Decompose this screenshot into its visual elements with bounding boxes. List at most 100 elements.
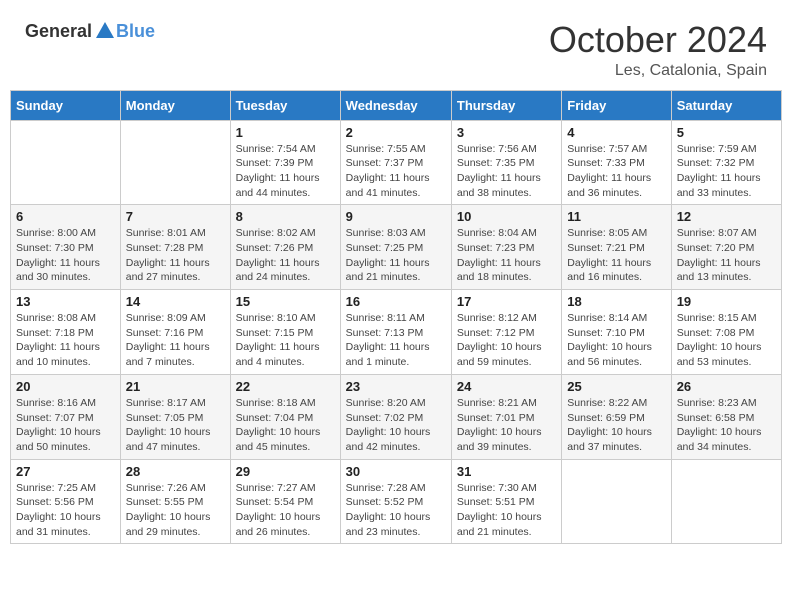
day-number: 16 <box>346 294 446 309</box>
calendar-cell: 27 Sunrise: 7:25 AM Sunset: 5:56 PM Dayli… <box>11 459 121 544</box>
day-info: Sunrise: 7:26 AM Sunset: 5:55 PM Dayligh… <box>126 481 225 540</box>
calendar-cell: 13 Sunrise: 8:08 AM Sunset: 7:18 PM Dayli… <box>11 290 121 375</box>
weekday-header-monday: Monday <box>120 90 230 120</box>
day-info: Sunrise: 8:08 AM Sunset: 7:18 PM Dayligh… <box>16 311 115 370</box>
day-info: Sunrise: 7:25 AM Sunset: 5:56 PM Dayligh… <box>16 481 115 540</box>
day-number: 10 <box>457 209 556 224</box>
day-number: 1 <box>236 125 335 140</box>
day-info: Sunrise: 7:55 AM Sunset: 7:37 PM Dayligh… <box>346 142 446 201</box>
calendar-cell: 4 Sunrise: 7:57 AM Sunset: 7:33 PM Daylig… <box>562 120 671 205</box>
calendar-week-4: 20 Sunrise: 8:16 AM Sunset: 7:07 PM Dayli… <box>11 374 782 459</box>
day-info: Sunrise: 7:28 AM Sunset: 5:52 PM Dayligh… <box>346 481 446 540</box>
day-info: Sunrise: 8:23 AM Sunset: 6:58 PM Dayligh… <box>677 396 776 455</box>
day-info: Sunrise: 8:00 AM Sunset: 7:30 PM Dayligh… <box>16 226 115 285</box>
weekday-header-tuesday: Tuesday <box>230 90 340 120</box>
calendar-cell: 3Sunrise: 7:56 AM Sunset: 7:35 PM Daylig… <box>451 120 561 205</box>
day-number: 9 <box>346 209 446 224</box>
calendar-cell: 28 Sunrise: 7:26 AM Sunset: 5:55 PM Dayli… <box>120 459 230 544</box>
weekday-header-sunday: Sunday <box>11 90 121 120</box>
day-info: Sunrise: 7:27 AM Sunset: 5:54 PM Dayligh… <box>236 481 335 540</box>
day-info: Sunrise: 8:17 AM Sunset: 7:05 PM Dayligh… <box>126 396 225 455</box>
calendar-cell: 5 Sunrise: 7:59 AM Sunset: 7:32 PM Daylig… <box>671 120 781 205</box>
day-number: 26 <box>677 379 776 394</box>
day-number: 28 <box>126 464 225 479</box>
day-number: 4 <box>567 125 665 140</box>
calendar-cell: 14Sunrise: 8:09 AM Sunset: 7:16 PM Dayli… <box>120 290 230 375</box>
day-number: 30 <box>346 464 446 479</box>
day-number: 5 <box>677 125 776 140</box>
calendar-cell: 22Sunrise: 8:18 AM Sunset: 7:04 PM Dayli… <box>230 374 340 459</box>
logo: General Blue <box>25 20 155 42</box>
day-info: Sunrise: 8:21 AM Sunset: 7:01 PM Dayligh… <box>457 396 556 455</box>
weekday-header-friday: Friday <box>562 90 671 120</box>
calendar-cell: 29 Sunrise: 7:27 AM Sunset: 5:54 PM Dayli… <box>230 459 340 544</box>
day-number: 15 <box>236 294 335 309</box>
calendar-cell: 8 Sunrise: 8:02 AM Sunset: 7:26 PM Daylig… <box>230 205 340 290</box>
day-number: 2 <box>346 125 446 140</box>
day-number: 29 <box>236 464 335 479</box>
calendar-cell <box>562 459 671 544</box>
calendar-week-3: 13 Sunrise: 8:08 AM Sunset: 7:18 PM Dayli… <box>11 290 782 375</box>
calendar-week-2: 6 Sunrise: 8:00 AM Sunset: 7:30 PM Daylig… <box>11 205 782 290</box>
day-number: 12 <box>677 209 776 224</box>
calendar-table: SundayMondayTuesdayWednesdayThursdayFrid… <box>10 90 782 545</box>
weekday-header-wednesday: Wednesday <box>340 90 451 120</box>
calendar-cell: 9 Sunrise: 8:03 AM Sunset: 7:25 PM Daylig… <box>340 205 451 290</box>
calendar-cell: 15 Sunrise: 8:10 AM Sunset: 7:15 PM Dayli… <box>230 290 340 375</box>
calendar-cell <box>120 120 230 205</box>
day-number: 18 <box>567 294 665 309</box>
day-info: Sunrise: 8:02 AM Sunset: 7:26 PM Dayligh… <box>236 226 335 285</box>
calendar-cell: 24 Sunrise: 8:21 AM Sunset: 7:01 PM Dayli… <box>451 374 561 459</box>
calendar-cell <box>11 120 121 205</box>
day-number: 19 <box>677 294 776 309</box>
day-info: Sunrise: 8:10 AM Sunset: 7:15 PM Dayligh… <box>236 311 335 370</box>
day-info: Sunrise: 7:57 AM Sunset: 7:33 PM Dayligh… <box>567 142 665 201</box>
calendar-cell: 31Sunrise: 7:30 AM Sunset: 5:51 PM Dayli… <box>451 459 561 544</box>
day-number: 27 <box>16 464 115 479</box>
day-info: Sunrise: 8:01 AM Sunset: 7:28 PM Dayligh… <box>126 226 225 285</box>
day-info: Sunrise: 8:12 AM Sunset: 7:12 PM Dayligh… <box>457 311 556 370</box>
day-number: 13 <box>16 294 115 309</box>
calendar-cell <box>671 459 781 544</box>
day-info: Sunrise: 8:14 AM Sunset: 7:10 PM Dayligh… <box>567 311 665 370</box>
day-number: 23 <box>346 379 446 394</box>
calendar-cell: 16Sunrise: 8:11 AM Sunset: 7:13 PM Dayli… <box>340 290 451 375</box>
day-info: Sunrise: 8:22 AM Sunset: 6:59 PM Dayligh… <box>567 396 665 455</box>
day-info: Sunrise: 8:16 AM Sunset: 7:07 PM Dayligh… <box>16 396 115 455</box>
location-title: Les, Catalonia, Spain <box>549 62 767 80</box>
calendar-cell: 1 Sunrise: 7:54 AM Sunset: 7:39 PM Daylig… <box>230 120 340 205</box>
day-number: 25 <box>567 379 665 394</box>
day-number: 17 <box>457 294 556 309</box>
calendar-cell: 2 Sunrise: 7:55 AM Sunset: 7:37 PM Daylig… <box>340 120 451 205</box>
calendar-cell: 11 Sunrise: 8:05 AM Sunset: 7:21 PM Dayli… <box>562 205 671 290</box>
calendar-week-1: 1 Sunrise: 7:54 AM Sunset: 7:39 PM Daylig… <box>11 120 782 205</box>
calendar-cell: 6 Sunrise: 8:00 AM Sunset: 7:30 PM Daylig… <box>11 205 121 290</box>
day-info: Sunrise: 8:18 AM Sunset: 7:04 PM Dayligh… <box>236 396 335 455</box>
day-number: 24 <box>457 379 556 394</box>
day-info: Sunrise: 8:15 AM Sunset: 7:08 PM Dayligh… <box>677 311 776 370</box>
calendar-cell: 7Sunrise: 8:01 AM Sunset: 7:28 PM Daylig… <box>120 205 230 290</box>
calendar-cell: 19 Sunrise: 8:15 AM Sunset: 7:08 PM Dayli… <box>671 290 781 375</box>
day-number: 8 <box>236 209 335 224</box>
day-number: 20 <box>16 379 115 394</box>
logo-blue: Blue <box>116 21 155 42</box>
day-info: Sunrise: 8:04 AM Sunset: 7:23 PM Dayligh… <box>457 226 556 285</box>
day-number: 14 <box>126 294 225 309</box>
day-number: 6 <box>16 209 115 224</box>
day-info: Sunrise: 7:59 AM Sunset: 7:32 PM Dayligh… <box>677 142 776 201</box>
weekday-header-thursday: Thursday <box>451 90 561 120</box>
calendar-cell: 21 Sunrise: 8:17 AM Sunset: 7:05 PM Dayli… <box>120 374 230 459</box>
day-info: Sunrise: 8:20 AM Sunset: 7:02 PM Dayligh… <box>346 396 446 455</box>
calendar-cell: 10 Sunrise: 8:04 AM Sunset: 7:23 PM Dayli… <box>451 205 561 290</box>
day-number: 11 <box>567 209 665 224</box>
day-info: Sunrise: 8:05 AM Sunset: 7:21 PM Dayligh… <box>567 226 665 285</box>
day-number: 21 <box>126 379 225 394</box>
calendar-cell: 12 Sunrise: 8:07 AM Sunset: 7:20 PM Dayli… <box>671 205 781 290</box>
day-info: Sunrise: 8:07 AM Sunset: 7:20 PM Dayligh… <box>677 226 776 285</box>
day-info: Sunrise: 7:30 AM Sunset: 5:51 PM Dayligh… <box>457 481 556 540</box>
logo-icon <box>94 20 116 42</box>
weekday-header-saturday: Saturday <box>671 90 781 120</box>
title-block: October 2024 Les, Catalonia, Spain <box>549 20 767 80</box>
day-info: Sunrise: 7:54 AM Sunset: 7:39 PM Dayligh… <box>236 142 335 201</box>
day-info: Sunrise: 8:03 AM Sunset: 7:25 PM Dayligh… <box>346 226 446 285</box>
